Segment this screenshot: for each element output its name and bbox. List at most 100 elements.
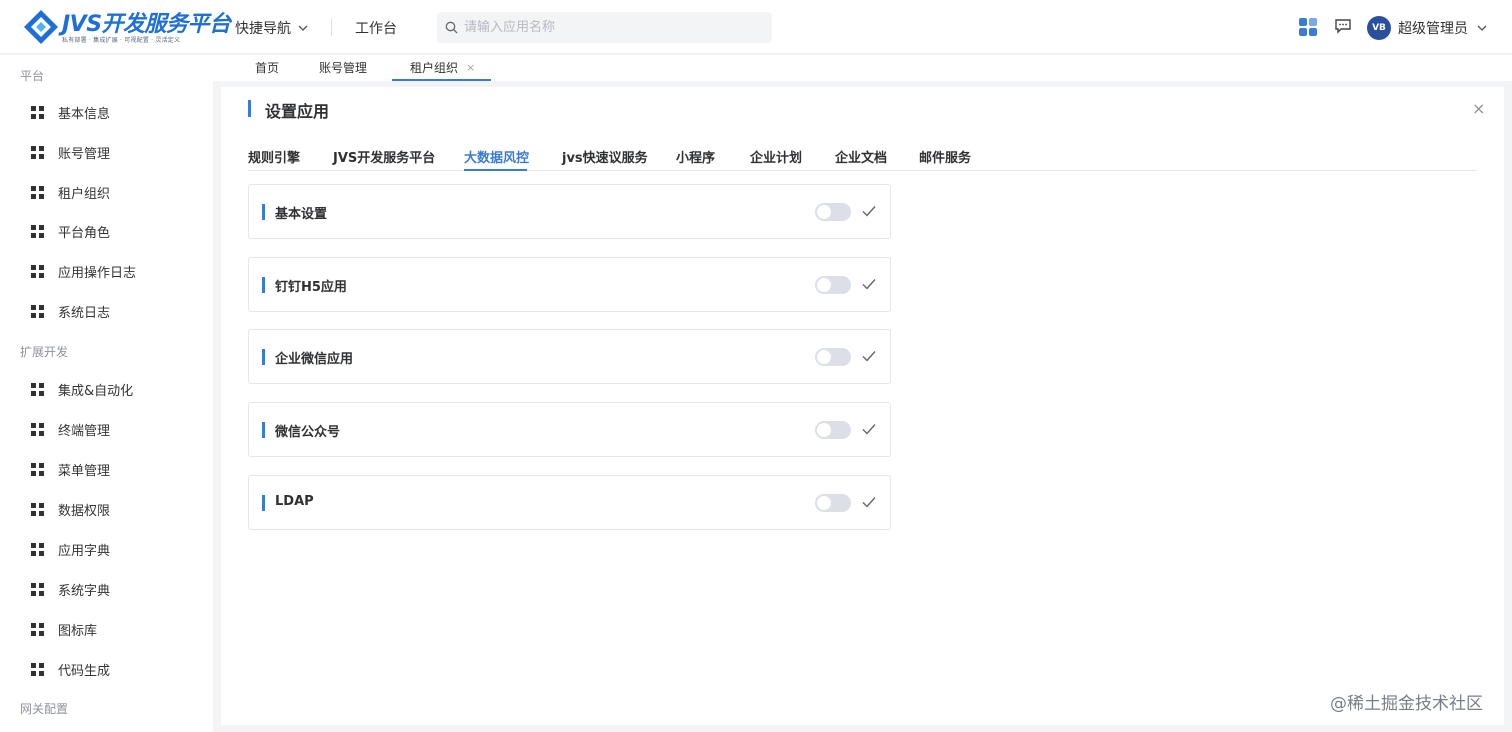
grid-icon bbox=[31, 423, 44, 436]
title-accent-bar bbox=[248, 100, 251, 117]
sidebar-item-accounts[interactable]: 账号管理 bbox=[31, 143, 110, 162]
tab-accounts[interactable]: 账号管理 bbox=[319, 59, 367, 76]
sidebar-item-menus[interactable]: 菜单管理 bbox=[31, 460, 110, 479]
sidebar-item-label: 应用操作日志 bbox=[58, 266, 137, 281]
tab-enterprise-plan[interactable]: 企业计划 bbox=[750, 147, 802, 166]
tab-big-data-risk[interactable]: 大数据风控 bbox=[464, 147, 529, 166]
logo-title: JVS开发服务平台 bbox=[62, 12, 231, 37]
tab-jvs-meeting[interactable]: jvs快速议服务 bbox=[562, 147, 648, 166]
check-icon[interactable] bbox=[860, 347, 878, 365]
sidebar-group-platform: 平台 bbox=[20, 69, 45, 83]
tab-enterprise-docs[interactable]: 企业文档 bbox=[835, 147, 887, 166]
sidebar-item-label: 终端管理 bbox=[58, 424, 111, 439]
tab-jvs-platform[interactable]: JVS开发服务平台 bbox=[333, 147, 435, 166]
check-icon[interactable] bbox=[860, 493, 878, 511]
search-icon bbox=[445, 21, 458, 34]
sidebar-group-gateway: 网关配置 bbox=[20, 702, 69, 716]
setting-card-basic: 基本设置 bbox=[248, 184, 891, 239]
tab-label: 首页 bbox=[255, 61, 280, 75]
setting-label: 微信公众号 bbox=[275, 425, 341, 440]
sidebar-item-label: 代码生成 bbox=[58, 664, 111, 679]
grid-icon bbox=[31, 383, 44, 396]
sidebar-item-label: 系统日志 bbox=[58, 306, 111, 321]
grid-icon bbox=[31, 146, 44, 159]
sidebar-item-app-dict[interactable]: 应用字典 bbox=[31, 540, 110, 559]
grid-icon bbox=[31, 305, 44, 318]
tab-rule-engine[interactable]: 规则引擎 bbox=[248, 147, 300, 166]
grid-icon bbox=[31, 225, 44, 238]
nav-divider bbox=[331, 18, 332, 36]
sidebar-item-label: 基本信息 bbox=[58, 107, 111, 122]
watermark: @稀土掘金技术社区 bbox=[1330, 694, 1483, 714]
tab-home[interactable]: 首页 bbox=[255, 59, 279, 76]
sidebar-item-system-dict[interactable]: 系统字典 bbox=[31, 580, 110, 599]
app-tabs: 规则引擎 JVS开发服务平台 大数据风控 jvs快速议服务 小程序 企业计划 企… bbox=[248, 145, 1477, 171]
sidebar-item-label: 应用字典 bbox=[58, 544, 111, 559]
message-icon[interactable] bbox=[1334, 17, 1352, 35]
quick-nav-dropdown[interactable]: 快捷导航 bbox=[235, 18, 309, 38]
sidebar-item-icon-library[interactable]: 图标库 bbox=[31, 620, 97, 639]
sidebar-item-roles[interactable]: 平台角色 bbox=[31, 222, 110, 241]
logo-mark-icon bbox=[24, 10, 58, 44]
page-tabs: 首页 账号管理 租户组织 × bbox=[213, 55, 1512, 81]
setting-label: 基本设置 bbox=[275, 207, 328, 222]
quick-nav-label: 快捷导航 bbox=[235, 21, 291, 37]
user-menu[interactable]: 超级管理员 bbox=[1398, 18, 1488, 38]
settings-panel: 设置应用 × 规则引擎 JVS开发服务平台 大数据风控 jvs快速议服务 小程序… bbox=[221, 87, 1504, 725]
close-icon[interactable]: × bbox=[466, 61, 475, 74]
chevron-down-icon bbox=[1477, 25, 1487, 31]
sidebar-item-tenants[interactable]: 租户组织 bbox=[31, 183, 110, 202]
sidebar-item-label: 菜单管理 bbox=[58, 464, 111, 479]
sidebar-item-label: 账号管理 bbox=[58, 147, 111, 162]
card-accent-bar bbox=[262, 422, 265, 438]
sidebar-item-label: 平台角色 bbox=[58, 226, 111, 241]
grid-icon bbox=[31, 106, 44, 119]
tab-label: 账号管理 bbox=[319, 61, 368, 75]
setting-toggle[interactable] bbox=[815, 348, 851, 366]
grid-icon bbox=[31, 503, 44, 516]
search-input[interactable] bbox=[464, 20, 754, 35]
check-icon[interactable] bbox=[860, 420, 878, 438]
sidebar-group-extend: 扩展开发 bbox=[20, 345, 69, 359]
sidebar-item-label: 系统字典 bbox=[58, 584, 111, 599]
sidebar-item-integration[interactable]: 集成&自动化 bbox=[31, 380, 133, 399]
setting-card-dingtalk: 钉钉H5应用 bbox=[248, 257, 891, 312]
card-accent-bar bbox=[262, 277, 265, 293]
sidebar-item-data-permissions[interactable]: 数据权限 bbox=[31, 500, 110, 519]
card-accent-bar bbox=[262, 349, 265, 365]
chevron-down-icon bbox=[298, 25, 308, 31]
app-tab-indicator bbox=[464, 169, 527, 171]
grid-icon bbox=[31, 265, 44, 278]
grid-icon bbox=[31, 663, 44, 676]
sidebar-item-system-logs[interactable]: 系统日志 bbox=[31, 302, 110, 321]
setting-toggle[interactable] bbox=[815, 421, 851, 439]
panel-title: 设置应用 bbox=[265, 102, 330, 121]
brand-logo[interactable]: JVS开发服务平台 私有部署 · 集成扩展 · 可视配置 · 灵活定义 bbox=[22, 6, 231, 46]
setting-label: LDAP bbox=[275, 494, 314, 509]
user-name: 超级管理员 bbox=[1398, 21, 1468, 37]
sidebar-item-label: 集成&自动化 bbox=[58, 384, 134, 399]
check-icon[interactable] bbox=[860, 275, 878, 293]
avatar[interactable]: VB bbox=[1367, 16, 1391, 40]
apps-grid-icon[interactable] bbox=[1298, 17, 1318, 37]
card-accent-bar bbox=[262, 495, 265, 511]
tab-mini-program[interactable]: 小程序 bbox=[676, 147, 715, 166]
workbench-link[interactable]: 工作台 bbox=[355, 18, 397, 38]
close-icon[interactable]: × bbox=[1472, 99, 1485, 118]
setting-toggle[interactable] bbox=[815, 203, 851, 221]
grid-icon bbox=[31, 543, 44, 556]
top-header: JVS开发服务平台 私有部署 · 集成扩展 · 可视配置 · 灵活定义 快捷导航… bbox=[0, 0, 1512, 54]
setting-label: 企业微信应用 bbox=[275, 352, 354, 367]
sidebar-item-codegen[interactable]: 代码生成 bbox=[31, 660, 110, 679]
tab-tenants[interactable]: 租户组织 × bbox=[410, 59, 475, 76]
app-search bbox=[437, 12, 772, 43]
grid-icon bbox=[31, 623, 44, 636]
check-icon[interactable] bbox=[860, 202, 878, 220]
sidebar-item-app-logs[interactable]: 应用操作日志 bbox=[31, 262, 136, 281]
sidebar-item-terminals[interactable]: 终端管理 bbox=[31, 420, 110, 439]
sidebar-item-label: 图标库 bbox=[58, 624, 98, 639]
sidebar-item-basic-info[interactable]: 基本信息 bbox=[31, 103, 110, 122]
setting-toggle[interactable] bbox=[815, 494, 851, 512]
tab-mail-service[interactable]: 邮件服务 bbox=[919, 147, 971, 166]
setting-toggle[interactable] bbox=[815, 276, 851, 294]
